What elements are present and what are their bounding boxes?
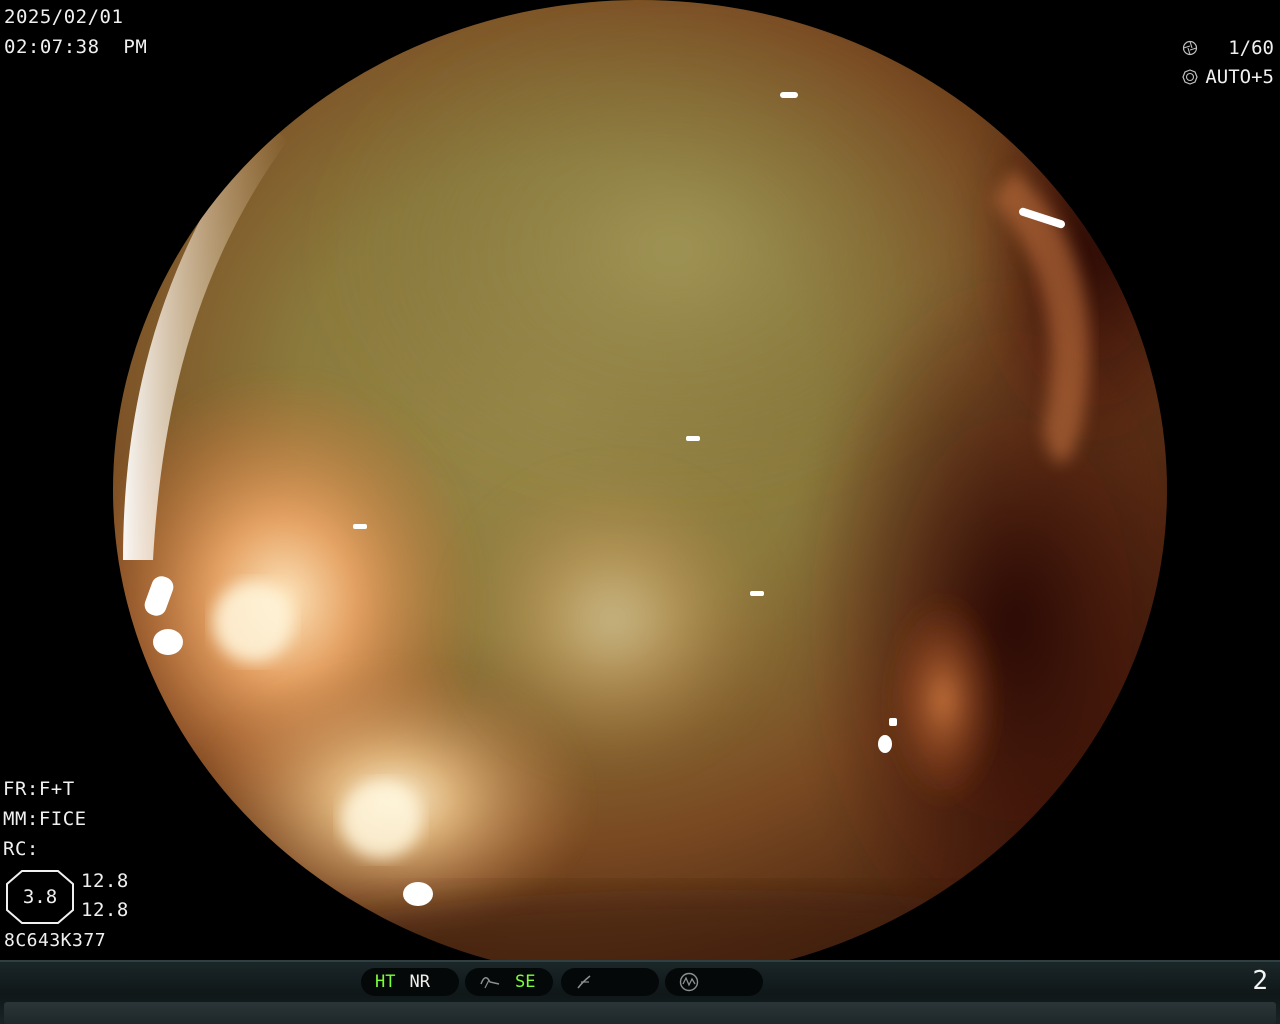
fr-readout: FR:F+T: [3, 778, 75, 800]
value-readout-2: 12.8: [81, 899, 129, 921]
endoscope-screen: 2025/02/01 02:07:38 PM 1/60 AUTO+5 FR:F+…: [0, 0, 1280, 960]
page-number: 2: [1252, 966, 1268, 996]
rc-readout: RC:: [3, 838, 39, 860]
serial-readout: 8C643K377: [4, 930, 107, 951]
iris-readout: AUTO+5: [1182, 66, 1274, 88]
iris-icon: [1182, 69, 1198, 85]
ht-label: HT: [375, 972, 396, 992]
mode-indicator: [665, 968, 763, 996]
curve-icon: [480, 977, 500, 989]
value-readout-1: 12.8: [81, 870, 129, 892]
mm-readout: MM:FICE: [3, 808, 87, 830]
time-readout: 02:07:38 PM: [4, 36, 148, 58]
status-bar: HT NR SE 2: [0, 960, 1280, 1024]
status-bar-lower: [4, 1002, 1276, 1024]
iris-value: AUTO+5: [1205, 66, 1274, 88]
nr-label: NR: [409, 972, 430, 992]
function-indicator: [561, 968, 659, 996]
octagon-value: 3.8: [22, 886, 58, 908]
endoscopic-image: [113, 0, 1167, 960]
aperture-icon: [1182, 40, 1198, 56]
slash-curve-icon: [577, 975, 591, 989]
se-label: SE: [515, 972, 536, 992]
se-indicator: SE: [465, 968, 553, 996]
ht-nr-indicator: HT NR: [361, 968, 459, 996]
date-readout: 2025/02/01: [4, 6, 124, 28]
shutter-value: 1/60: [1228, 37, 1274, 59]
wave-circle-icon: [679, 972, 699, 992]
shutter-readout: 1/60: [1182, 37, 1274, 59]
